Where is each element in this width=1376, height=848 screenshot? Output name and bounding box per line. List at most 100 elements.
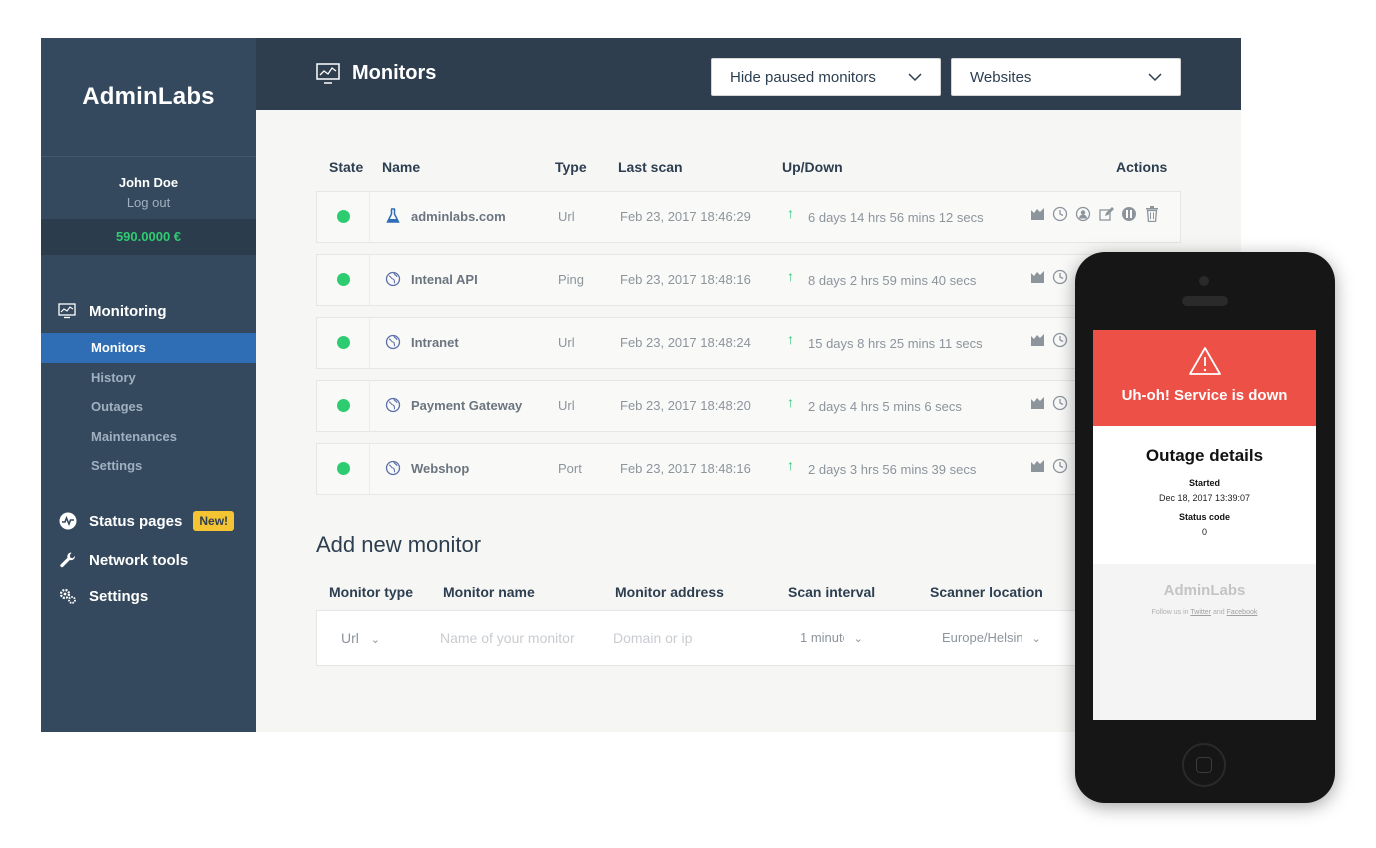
- pause-icon[interactable]: [1121, 206, 1137, 222]
- started-label: Started: [1188, 478, 1220, 488]
- user-icon[interactable]: [1075, 206, 1091, 222]
- up-arrow-icon: ↑: [787, 268, 794, 284]
- table-row[interactable]: Webshop Port Feb 23, 2017 18:48:16 ↑ 2 d…: [316, 443, 1181, 495]
- category-value: Websites: [970, 68, 1032, 86]
- chart-icon[interactable]: [1029, 458, 1045, 474]
- logout-link[interactable]: Log out: [41, 193, 256, 213]
- up-arrow-icon: ↑: [787, 331, 794, 347]
- monitor-last-scan: Feb 23, 2017 18:46:29: [620, 209, 751, 224]
- table-row[interactable]: adminlabs.com Url Feb 23, 2017 18:46:29 …: [316, 191, 1181, 243]
- nav-settings[interactable]: Settings: [41, 585, 256, 607]
- trash-icon[interactable]: [1144, 206, 1160, 222]
- up-arrow-icon: ↑: [787, 205, 794, 221]
- chevron-down-icon: ⌄: [370, 634, 380, 646]
- account-balance: 590.0000 €: [41, 219, 256, 255]
- col-name[interactable]: Name: [382, 159, 420, 175]
- up-arrow-icon: ↑: [787, 457, 794, 473]
- edit-icon[interactable]: [1098, 206, 1114, 222]
- phone-screen: Uh-oh! Service is down Outage details St…: [1093, 330, 1316, 720]
- history-icon[interactable]: [1052, 206, 1068, 222]
- paused-filter-dropdown[interactable]: Hide paused monitors: [711, 58, 941, 96]
- page-title: Monitors: [316, 62, 436, 85]
- chart-icon[interactable]: [1029, 269, 1045, 285]
- paused-filter-value: Hide paused monitors: [730, 68, 876, 86]
- monitoring-nav: Monitoring Monitors History Outages Main…: [41, 300, 256, 481]
- footer-logo: AdminLabs: [1163, 582, 1246, 599]
- monitor-screen-icon: [316, 62, 340, 84]
- app-window: AdminLabs John Doe Log out 590.0000 € Mo…: [41, 38, 1241, 732]
- user-name: John Doe: [118, 175, 179, 190]
- history-icon[interactable]: [1052, 269, 1068, 285]
- logo-area: AdminLabs: [41, 38, 256, 157]
- monitor-last-scan: Feb 23, 2017 18:48:16: [620, 272, 751, 287]
- category-dropdown[interactable]: Websites: [951, 58, 1181, 96]
- nav-network-tools[interactable]: Network tools: [41, 549, 256, 571]
- table-row[interactable]: Intenal API Ping Feb 23, 2017 18:48:16 ↑…: [316, 254, 1181, 306]
- monitor-last-scan: Feb 23, 2017 18:48:16: [620, 461, 751, 476]
- gears-icon: [58, 587, 78, 605]
- status-pulse-icon: [58, 512, 78, 530]
- monitor-name[interactable]: Webshop: [411, 461, 469, 476]
- history-icon[interactable]: [1052, 458, 1068, 474]
- status-dot: [337, 273, 350, 286]
- col-last-scan[interactable]: Last scan: [618, 159, 683, 175]
- status-dot: [337, 210, 350, 223]
- warning-icon: [1188, 347, 1221, 375]
- sidebar-item-outages[interactable]: Outages: [41, 392, 256, 422]
- divider: [369, 381, 370, 431]
- status-dot: [337, 336, 350, 349]
- monitor-name[interactable]: Payment Gateway: [411, 398, 522, 413]
- facebook-link[interactable]: Facebook: [1227, 609, 1258, 616]
- label-monitor-name: Monitor name: [443, 584, 535, 600]
- history-icon[interactable]: [1052, 395, 1068, 411]
- user-box: John Doe Log out: [41, 157, 256, 219]
- details-title: Outage details: [1145, 446, 1264, 465]
- sidebar-item-history[interactable]: History: [41, 363, 256, 393]
- monitor-type-select[interactable]: Url ⌄: [341, 630, 380, 646]
- nav-status-pages[interactable]: Status pages New!: [41, 510, 256, 532]
- history-icon[interactable]: [1052, 332, 1068, 348]
- chart-icon[interactable]: [1029, 332, 1045, 348]
- monitor-name[interactable]: Intenal API: [411, 272, 478, 287]
- home-button[interactable]: [1182, 743, 1226, 787]
- wrench-icon: [58, 551, 78, 569]
- col-type[interactable]: Type: [555, 159, 587, 175]
- monitor-name[interactable]: adminlabs.com: [411, 209, 506, 224]
- divider: [369, 192, 370, 242]
- monitor-type: Url: [558, 209, 575, 224]
- scanner-location-select[interactable]: Europe/Helsinki ⌄: [942, 630, 1041, 645]
- chevron-down-icon: ⌄: [1031, 633, 1041, 645]
- col-updown[interactable]: Up/Down: [782, 159, 843, 175]
- status-code-label: Status code: [1178, 512, 1230, 522]
- monitor-uptime: 2 days 3 hrs 56 mins 39 secs: [808, 462, 977, 477]
- monitor-name[interactable]: Intranet: [411, 335, 459, 350]
- email-footer: AdminLabs Follow us in Twitter and Faceb…: [1093, 564, 1316, 720]
- label-scanner-location: Scanner location: [930, 584, 1043, 600]
- table-row[interactable]: Intranet Url Feb 23, 2017 18:48:24 ↑ 15 …: [316, 317, 1181, 369]
- nav-monitoring[interactable]: Monitoring: [41, 300, 256, 322]
- twitter-link[interactable]: Twitter: [1190, 609, 1211, 616]
- alert-text: Uh-oh! Service is down: [1121, 387, 1288, 404]
- nav-monitoring-label: Monitoring: [89, 302, 167, 320]
- chart-icon[interactable]: [1029, 206, 1045, 222]
- table-row[interactable]: Payment Gateway Url Feb 23, 2017 18:48:2…: [316, 380, 1181, 432]
- monitor-name-input[interactable]: Name of your monitor: [440, 630, 590, 646]
- monitor-address-input[interactable]: Domain or ip: [613, 630, 692, 646]
- chart-icon[interactable]: [1029, 395, 1045, 411]
- nav-network-tools-label: Network tools: [89, 551, 189, 569]
- follow-text: Follow us in Twitter and Facebook: [1093, 609, 1316, 616]
- sidebar-item-monitors[interactable]: Monitors: [41, 333, 256, 363]
- outage-details: Outage details Started Dec 18, 2017 13:3…: [1093, 426, 1316, 564]
- chevron-down-icon: [908, 72, 922, 81]
- scan-interval-value: 1 minute: [800, 630, 844, 645]
- sidebar-item-settings[interactable]: Settings: [41, 451, 256, 481]
- up-arrow-icon: ↑: [787, 394, 794, 410]
- row-actions: [1029, 458, 1068, 474]
- logo[interactable]: AdminLabs: [82, 83, 214, 111]
- globe-icon: [385, 397, 401, 413]
- sidebar: AdminLabs John Doe Log out 590.0000 € Mo…: [41, 38, 256, 732]
- status-dot: [337, 399, 350, 412]
- monitor-last-scan: Feb 23, 2017 18:48:24: [620, 335, 751, 350]
- scan-interval-select[interactable]: 1 minute ⌄: [800, 630, 863, 645]
- sidebar-item-maintenances[interactable]: Maintenances: [41, 422, 256, 452]
